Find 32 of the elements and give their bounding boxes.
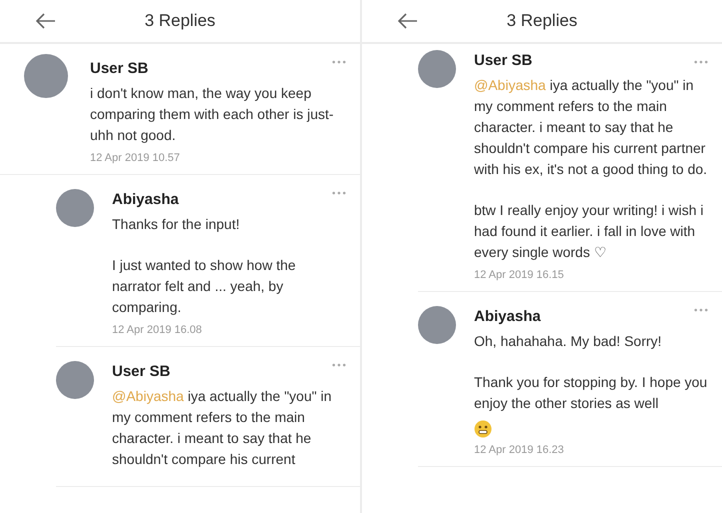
more-options-icon[interactable] [694,60,708,64]
screen-title: 3 Replies [144,11,216,31]
back-arrow-icon[interactable] [397,12,418,30]
comment-text: i don't know man, the way you keep comparing them with each other is just-uhh not good. [90,84,335,145]
comment-text: Thank you for stopping by. I hope you enjoy the other stories as well [474,373,708,413]
back-arrow-icon[interactable] [35,12,56,30]
author-name[interactable]: User SB [90,60,346,77]
author-name[interactable]: Abiyasha [474,308,708,325]
author-name[interactable]: User SB [474,52,708,69]
avatar-photo-placeholder[interactable] [56,361,94,399]
author-name[interactable]: User SB [112,363,346,380]
more-options-icon[interactable] [332,60,346,64]
comment-date: 12 Apr 2019 16.23 [474,444,565,456]
author-name[interactable]: Abiyasha [112,191,346,208]
comment-text: @Abiyasha iya actually the "you" in my comment refers to the main character. i meant to say that he shouldn't compare his current partner with his ex, it's not a good thing to do. [474,76,708,179]
screen-title: 3 Replies [506,11,578,31]
more-options-icon[interactable] [332,363,346,367]
comment-date: 12 Apr 2019 16.08 [112,324,203,336]
comment-text: Thanks for the input! [112,215,241,234]
comment-text: btw I really enjoy your writing! i wish i had found it earlier. i fall in love with every single words ♡ [474,201,705,262]
comment-date: 12 Apr 2019 16.15 [474,269,565,281]
comment-text: Oh, hahahaha. My bad! Sorry! [474,332,663,351]
comment-text: I just wanted to show how the narrator felt and ... yeah, by comparing. [112,256,297,317]
more-options-icon[interactable] [694,308,708,312]
avatar-photo-placeholder[interactable] [56,189,94,227]
smiley-emoji-icon [474,420,492,438]
more-options-icon[interactable] [332,191,346,195]
comment-date: 12 Apr 2019 10.57 [90,152,181,164]
avatar-photo-placeholder[interactable] [418,50,456,88]
comment-text: @Abiyasha iya actually the "you" in my comment refers to the main character. i meant to say that he shouldn't compare his current [112,387,332,469]
avatar-photo-placeholder[interactable] [24,54,68,98]
avatar-photo-placeholder[interactable] [418,306,456,344]
